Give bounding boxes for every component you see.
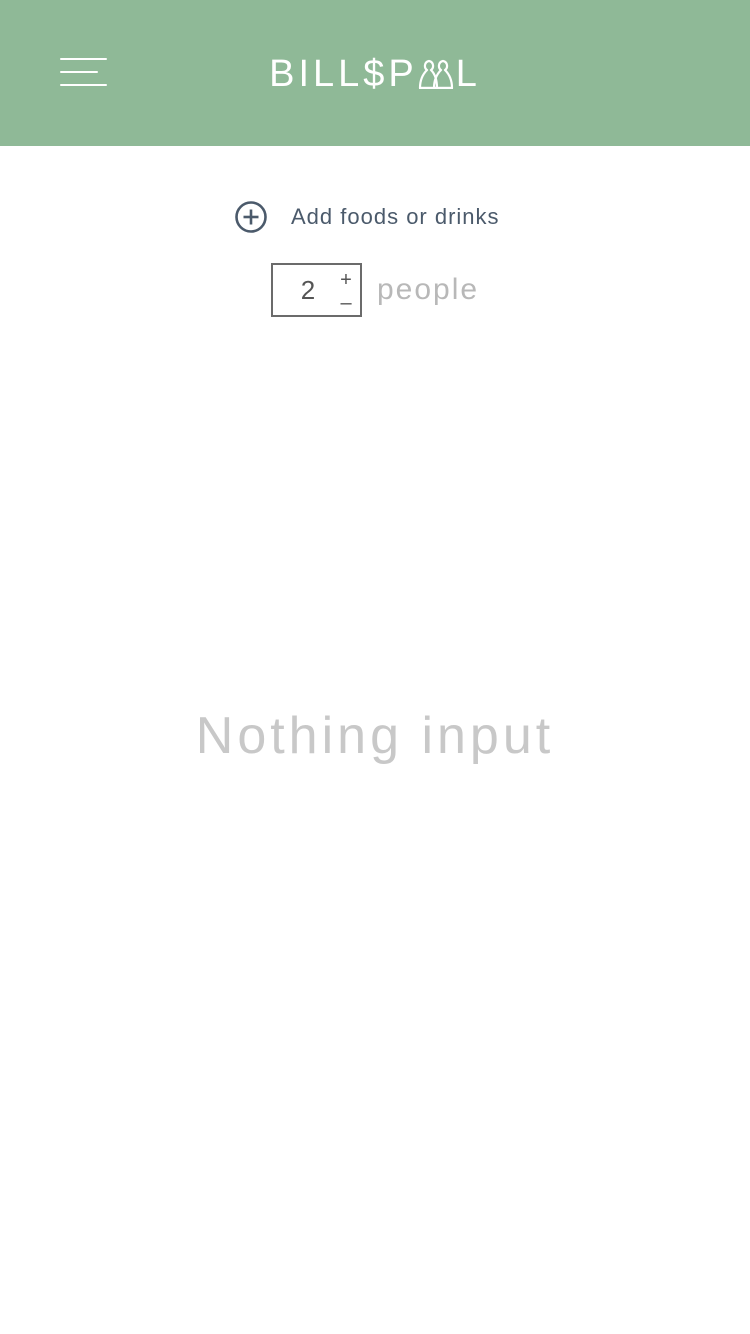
logo-text-suffix: L [455,53,481,95]
app-logo: BILL$P L [200,52,550,96]
add-foods-label: Add foods or drinks [291,204,500,229]
logo-text-prefix: BILL$P [269,53,418,95]
people-count-input[interactable]: 2 [273,265,343,315]
hamburger-menu-icon-line [60,71,98,73]
hamburger-menu-icon-line [60,84,107,86]
people-count-stepper[interactable]: 2 + – [271,263,362,317]
plus-circle-icon [235,201,267,233]
hamburger-menu-icon [60,58,107,60]
people-label: people [377,273,480,306]
add-foods-button[interactable]: Add foods or drinks [234,200,500,234]
menu-button[interactable] [56,54,112,90]
people-count-row: 2 + – people [271,263,479,317]
people-pool-icon [418,59,453,89]
app-header: BILL$P L [0,0,750,146]
empty-state-message: Nothing input [195,707,555,765]
increment-button[interactable]: + [338,269,354,291]
decrement-button[interactable]: – [338,292,354,314]
